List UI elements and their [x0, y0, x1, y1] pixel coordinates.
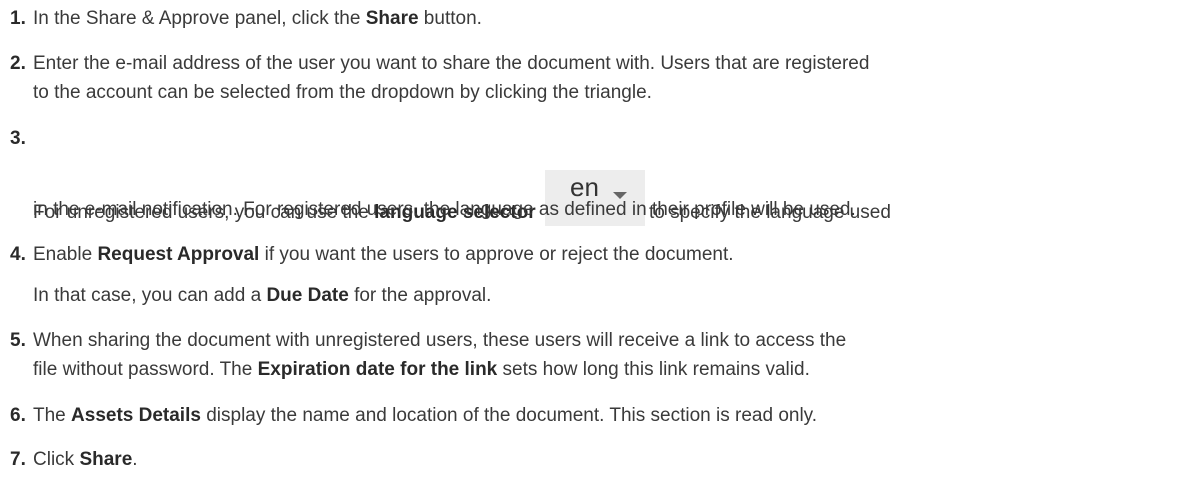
- step-5-text-line-1: When sharing the document with unregiste…: [33, 330, 847, 351]
- step-7-text: Click Share.: [33, 449, 138, 470]
- step-1-text: In the Share & Approve panel, click the …: [33, 8, 482, 29]
- step-1-number: 1.: [10, 8, 26, 29]
- step-4-number: 4.: [10, 244, 26, 265]
- dropdown-arrow-icon: [612, 192, 627, 199]
- step-4-text-line-1: Enable Request Approval if you want the …: [33, 244, 734, 265]
- due-date-term: Due Date: [266, 285, 349, 306]
- share-term: Share: [365, 8, 419, 29]
- step-7-number: 7.: [10, 449, 26, 470]
- step-5-text-line-2: file without password. The Expiration da…: [33, 359, 810, 380]
- step-6-text: The Assets Details display the name and …: [33, 405, 818, 426]
- step-5-number: 5.: [10, 330, 26, 351]
- expiration-date-term: Expiration date for the link: [257, 359, 498, 380]
- step-3-text-line-2: in the e-mail notification. For register…: [33, 199, 856, 220]
- step-4-text-line-2: In that case, you can add a Due Date for…: [33, 285, 492, 306]
- share-term-final: Share: [79, 449, 133, 470]
- step-2-text-line-2: to the account can be selected from the …: [33, 82, 652, 103]
- instruction-steps: 1. In the Share & Approve panel, click t…: [0, 0, 1200, 493]
- step-6-number: 6.: [10, 405, 26, 426]
- request-approval-term: Request Approval: [97, 244, 260, 265]
- step-2-text-line-1: Enter the e-mail address of the user you…: [33, 53, 870, 74]
- assets-details-term: Assets Details: [71, 405, 201, 426]
- step-3-number: 3.: [10, 128, 26, 149]
- step-2-number: 2.: [10, 53, 26, 74]
